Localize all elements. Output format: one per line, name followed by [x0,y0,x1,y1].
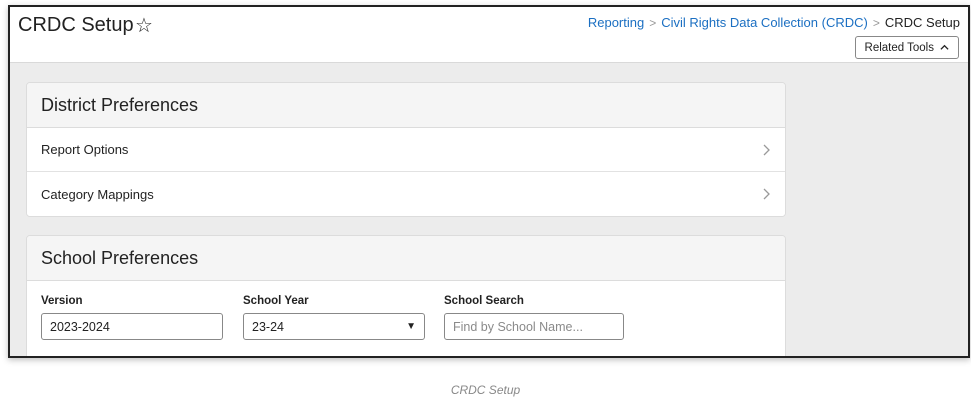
image-caption: CRDC Setup [450,383,521,397]
school-preferences-heading: School Preferences [27,236,785,281]
district-preferences-heading: District Preferences [27,83,785,128]
dropdown-arrow-icon: ▼ [406,321,416,332]
chevron-right-icon [763,144,770,155]
school-search-label: School Search [444,295,524,307]
school-preferences-form: Version School Year 23-24 ▼ School Searc… [27,281,785,356]
chevron-right-icon [763,188,770,200]
version-label: Version [41,295,83,307]
report-options-row[interactable]: Report Options [27,128,785,172]
version-input[interactable] [41,313,223,340]
version-field: Version [41,295,223,340]
breadcrumb-current: CRDC Setup [884,15,960,30]
app-window: CRDC Setup ☆ Reporting > Civil Rights Data… [8,5,970,358]
school-search-input[interactable] [444,313,624,340]
school-year-value: 23-24 [252,319,284,334]
breadcrumb-link-reporting[interactable]: Reporting [588,15,644,30]
page-title: CRDC Setup [18,14,134,36]
school-year-select[interactable]: 23-24 ▼ [243,313,425,340]
category-mappings-label: Category Mappings [41,186,154,202]
page-header: CRDC Setup ☆ Reporting > Civil Rights Data… [10,7,968,63]
breadcrumb-link-crdc[interactable]: Civil Rights Data Collection (CRDC) [661,15,868,30]
related-tools-label: Related Tools [864,41,934,54]
school-year-label: School Year [243,295,309,307]
breadcrumb: Reporting > Civil Rights Data Collection (… [588,15,960,30]
related-tools-button[interactable]: Related Tools [854,36,959,59]
school-search-field: School Search [444,295,624,340]
category-mappings-row[interactable]: Category Mappings [27,172,785,216]
breadcrumb-separator-icon: > [872,16,880,30]
breadcrumb-separator-icon: > [649,16,657,30]
school-preferences-panel: School Preferences Version School Year 2… [26,235,786,356]
star-icon[interactable]: ☆ [135,13,153,38]
school-year-field: School Year 23-24 ▼ [243,295,425,340]
caret-up-icon [940,44,949,50]
district-preferences-panel: District Preferences Report Options Cate… [26,82,786,217]
report-options-label: Report Options [41,142,129,157]
